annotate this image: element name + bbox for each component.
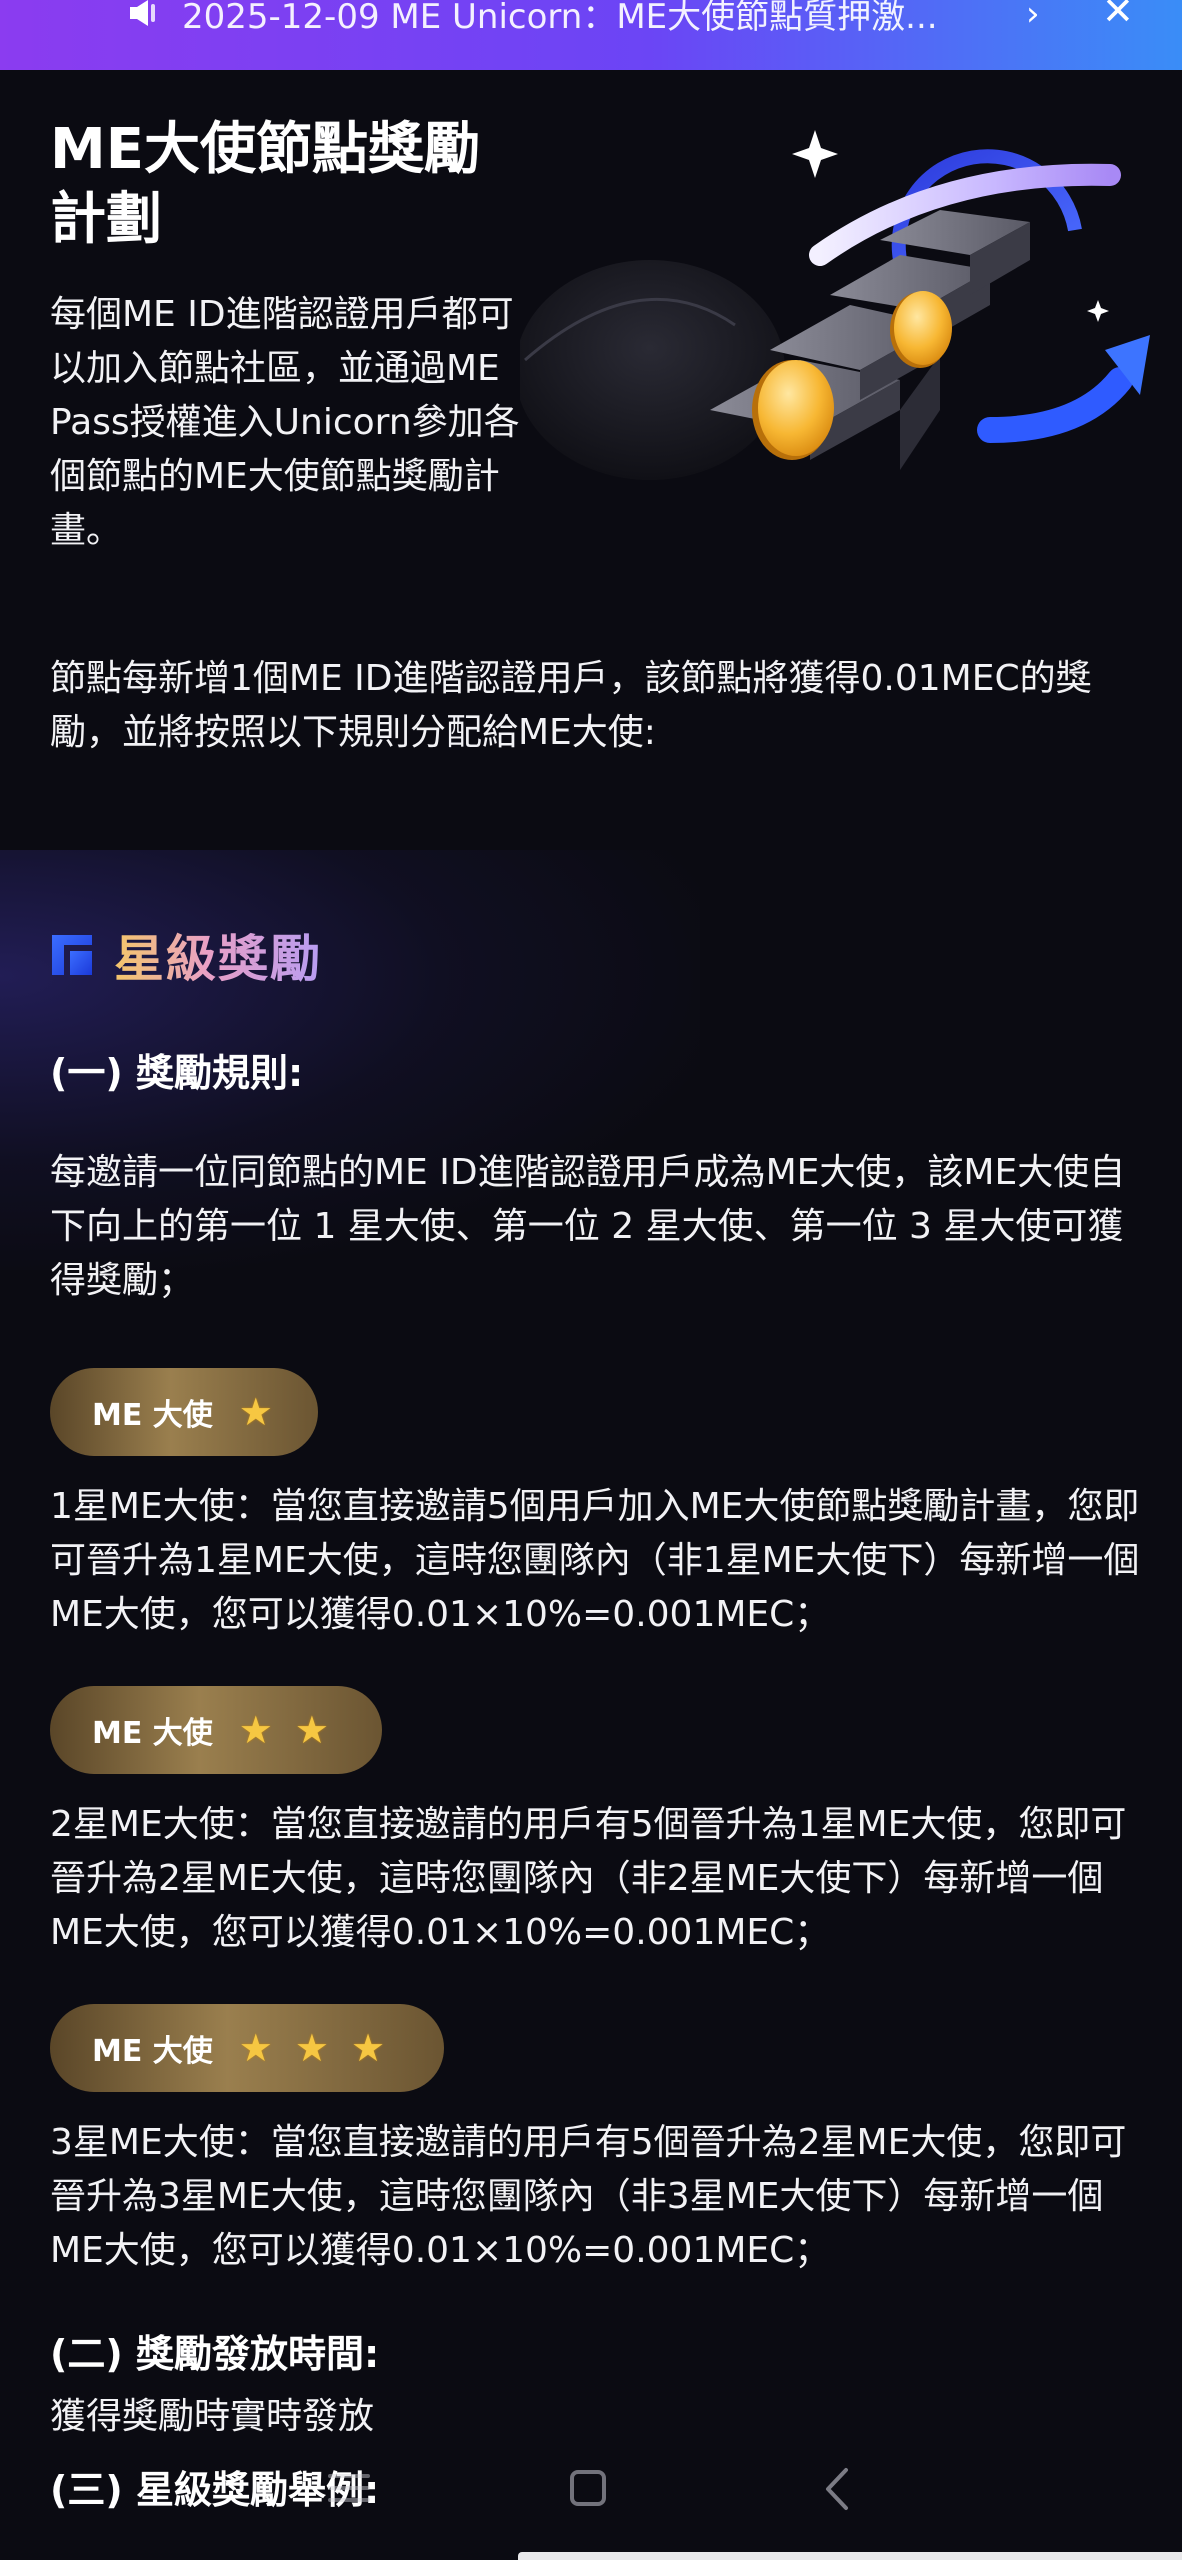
badge-label: ME 大使 [92, 1398, 213, 1433]
star-icon: ★ [238, 2026, 273, 2070]
section-marker-icon [52, 935, 92, 975]
home-indicator [518, 2552, 1182, 2560]
rules-heading: (一) 獎勵規則: [50, 1051, 304, 1095]
tier-badge-3star: ME 大使 ★ ★ ★ [50, 2004, 444, 2092]
section-header: 星級獎勵 [50, 920, 322, 990]
back-chevron-icon[interactable] [818, 2466, 858, 2512]
star-icon: ★ [238, 1708, 273, 1752]
close-icon[interactable]: ✕ [1102, 0, 1134, 30]
rules-text: 每邀請一位同節點的ME ID進階認證用戶成為ME大使，該ME大使自下向上的第一位… [50, 1152, 1126, 1301]
star-icon: ★ [294, 1708, 329, 1752]
payout-text: 獲得獎勵時實時發放 [50, 2396, 375, 2437]
star-icon: ★ [294, 2026, 329, 2070]
section-title: 星級獎勵 [114, 919, 322, 991]
page-title: ME大使節點獎勵計劃 [50, 117, 480, 252]
menu-icon[interactable] [326, 2470, 372, 2506]
star-icon: ★ [238, 1390, 273, 1434]
intro-text: 節點每新增1個ME ID進階認證用戶，該節點將獲得0.01MEC的獎勵，並將按照… [50, 658, 1092, 753]
tier-1-description: 1星ME大使：當您直接邀請5個用戶加入ME大使節點獎勵計畫，您即可晉升為1星ME… [50, 1486, 1140, 1635]
badge-label: ME 大使 [92, 1716, 213, 1751]
star-icon: ★ [350, 2026, 386, 2070]
tier-2-description: 2星ME大使：當您直接邀請的用戶有5個晉升為1星ME大使，您即可晉升為2星ME大… [50, 1804, 1127, 1953]
announcement-banner[interactable]: 2025-12-09 ME Unicorn：ME大使節點質押激... › ✕ [0, 0, 1182, 70]
chevron-right-icon[interactable]: › [1026, 0, 1040, 31]
staircase-coin-illustration [520, 130, 1150, 480]
tier-badge-1star: ME 大使 ★ [50, 1368, 318, 1456]
announcement-text[interactable]: 2025-12-09 ME Unicorn：ME大使節點質押激... [182, 0, 1002, 34]
badge-label: ME 大使 [92, 2034, 213, 2069]
home-square-icon[interactable] [570, 2470, 606, 2506]
payout-heading: (二) 獎勵發放時間: [50, 2332, 380, 2376]
hero-description: 每個ME ID進階認證用戶都可以加入節點社區，並通過ME Pass授權進入Uni… [50, 294, 520, 551]
tier-3-description: 3星ME大使：當您直接邀請的用戶有5個晉升為2星ME大使，您即可晉升為3星ME大… [50, 2122, 1127, 2271]
speaker-icon [130, 0, 155, 26]
tier-badge-2star: ME 大使 ★ ★ [50, 1686, 382, 1774]
